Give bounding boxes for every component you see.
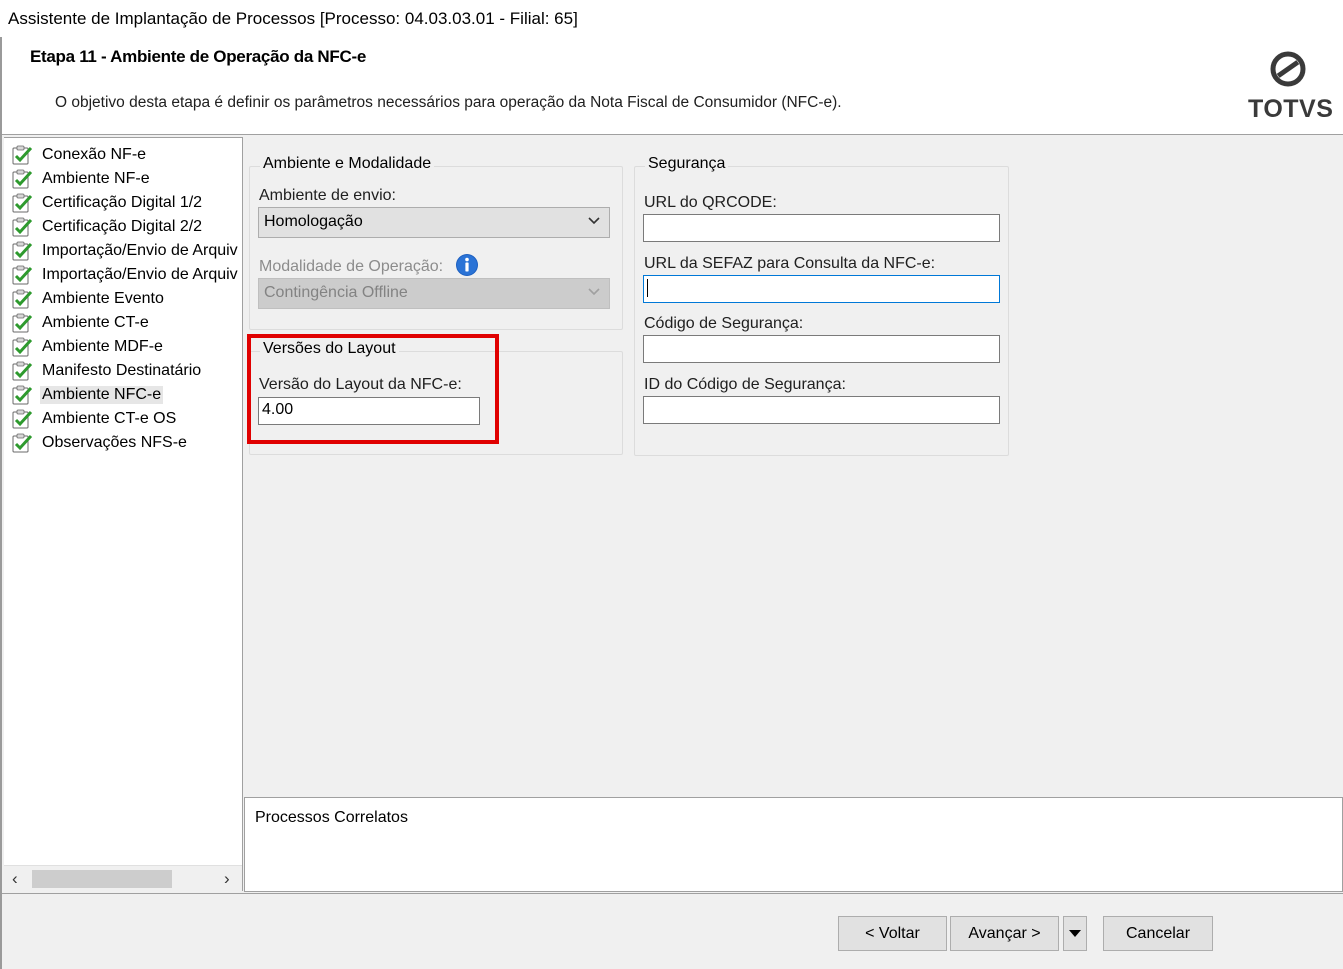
- steps-list: Conexão NF-e Ambiente NF-e Certificação Di…: [12, 143, 238, 455]
- checklist-icon: [12, 169, 34, 189]
- sidebar-item-label: Ambiente MDF-e: [42, 338, 163, 355]
- sidebar-item[interactable]: Ambiente MDF-e: [12, 335, 238, 359]
- checklist-icon: [12, 193, 34, 213]
- wizard-footer: < Voltar Avançar > Cancelar: [2, 893, 1343, 969]
- sidebar-item[interactable]: Ambiente NF-e: [12, 167, 238, 191]
- sidebar-item[interactable]: Manifesto Destinatário: [12, 359, 238, 383]
- sidebar-item[interactable]: Observações NFS-e: [12, 431, 238, 455]
- sidebar-item-label: Ambiente NF-e: [42, 170, 150, 187]
- ambiente-envio-label: Ambiente de envio:: [259, 187, 396, 204]
- wizard-window: Etapa 11 - Ambiente de Operação da NFC-e…: [0, 37, 1343, 969]
- next-button[interactable]: Avançar >: [950, 916, 1059, 951]
- id-codigo-seguranca-label: ID do Código de Segurança:: [644, 376, 846, 393]
- sidebar-item[interactable]: Ambiente CT-e: [12, 311, 238, 335]
- next-dropdown-button[interactable]: [1063, 916, 1087, 951]
- title-bar: Assistente de Implantação de Processos […: [0, 0, 1343, 37]
- sidebar-item-label: Ambiente NFC-e: [40, 386, 164, 404]
- id-codigo-seguranca-input[interactable]: [643, 396, 1000, 424]
- sidebar-item[interactable]: Conexão NF-e: [12, 143, 238, 167]
- sidebar-item-label: Conexão NF-e: [42, 146, 147, 163]
- window-title: Assistente de Implantação de Processos […: [8, 9, 578, 28]
- versao-layout-input[interactable]: 4.00: [258, 397, 480, 425]
- back-button[interactable]: < Voltar: [838, 916, 947, 951]
- sidebar-horizontal-scrollbar[interactable]: ‹ ›: [4, 865, 242, 891]
- sidebar-item-label: Manifesto Destinatário: [42, 362, 202, 379]
- scroll-right-icon[interactable]: ›: [224, 869, 230, 889]
- sidebar-item[interactable]: Importação/Envio de Arquiv: [12, 263, 238, 287]
- checklist-icon: [12, 241, 34, 261]
- versoes-layout-legend: Versões do Layout: [260, 340, 399, 358]
- sidebar-item-label: Certificação Digital 1/2: [42, 194, 203, 211]
- checklist-icon: [12, 409, 34, 429]
- checklist-icon: [12, 433, 34, 453]
- codigo-seguranca-label: Código de Segurança:: [644, 315, 804, 332]
- modalidade-label: Modalidade de Operação:: [259, 258, 444, 275]
- checklist-icon: [12, 361, 34, 381]
- checklist-icon: [12, 145, 34, 165]
- codigo-seguranca-input[interactable]: [643, 335, 1000, 363]
- modalidade-value: Contingência Offline: [264, 284, 408, 301]
- qrcode-url-input[interactable]: [643, 214, 1000, 242]
- sidebar-item-label: Observações NFS-e: [42, 434, 187, 451]
- totvs-logo-icon: [1270, 51, 1306, 87]
- logo-text: TOTVS: [1248, 95, 1334, 123]
- info-icon[interactable]: [455, 253, 479, 277]
- checklist-icon: [12, 265, 34, 285]
- step-description: O objetivo desta etapa é definir os parâ…: [55, 94, 842, 111]
- cancel-button[interactable]: Cancelar: [1103, 916, 1213, 951]
- steps-sidebar[interactable]: Conexão NF-e Ambiente NF-e Certificação Di…: [4, 137, 243, 891]
- chevron-down-icon: [588, 288, 600, 296]
- checklist-icon: [12, 289, 34, 309]
- sidebar-item[interactable]: Certificação Digital 1/2: [12, 191, 238, 215]
- sidebar-item[interactable]: Importação/Envio de Arquiv: [12, 239, 238, 263]
- sidebar-item-label: Ambiente CT-e OS: [42, 410, 177, 427]
- sefaz-url-label: URL da SEFAZ para Consulta da NFC-e:: [644, 255, 936, 272]
- ambiente-modalidade-legend: Ambiente e Modalidade: [260, 155, 435, 173]
- sidebar-item[interactable]: Certificação Digital 2/2: [12, 215, 238, 239]
- sidebar-item-label: Certificação Digital 2/2: [42, 218, 203, 235]
- sidebar-item-label: Ambiente Evento: [42, 290, 164, 307]
- qrcode-url-label: URL do QRCODE:: [644, 194, 777, 211]
- ambiente-envio-select[interactable]: Homologação: [258, 207, 610, 238]
- checklist-icon: [12, 337, 34, 357]
- scroll-left-icon[interactable]: ‹: [12, 869, 18, 889]
- caret-down-icon: [1069, 929, 1081, 937]
- scrollbar-thumb[interactable]: [32, 870, 172, 888]
- related-processes-title: Processos Correlatos: [255, 809, 408, 826]
- step-title: Etapa 11 - Ambiente de Operação da NFC-e: [30, 47, 366, 66]
- seguranca-legend: Segurança: [645, 155, 729, 173]
- main-form-area: Ambiente e Modalidade Ambiente de envio:…: [243, 137, 1343, 795]
- versao-layout-label: Versão do Layout da NFC-e:: [259, 376, 462, 393]
- sefaz-url-input[interactable]: [643, 275, 1000, 303]
- modalidade-select: Contingência Offline: [258, 278, 610, 309]
- sidebar-item-label: Ambiente CT-e: [42, 314, 149, 331]
- text-cursor: [647, 279, 648, 297]
- wizard-header: Etapa 11 - Ambiente de Operação da NFC-e…: [2, 37, 1343, 135]
- ambiente-envio-value: Homologação: [264, 213, 363, 230]
- sidebar-item[interactable]: Ambiente CT-e OS: [12, 407, 238, 431]
- chevron-down-icon: [588, 217, 600, 225]
- related-processes-panel: Processos Correlatos: [244, 797, 1343, 892]
- totvs-logo: TOTVS: [1248, 51, 1334, 125]
- sidebar-item-label: Importação/Envio de Arquiv: [42, 266, 238, 283]
- sidebar-item[interactable]: Ambiente Evento: [12, 287, 238, 311]
- checklist-icon: [12, 385, 34, 405]
- sidebar-item-label: Importação/Envio de Arquiv: [42, 242, 238, 259]
- sidebar-item[interactable]: Ambiente NFC-e: [12, 383, 238, 407]
- checklist-icon: [12, 217, 34, 237]
- checklist-icon: [12, 313, 34, 333]
